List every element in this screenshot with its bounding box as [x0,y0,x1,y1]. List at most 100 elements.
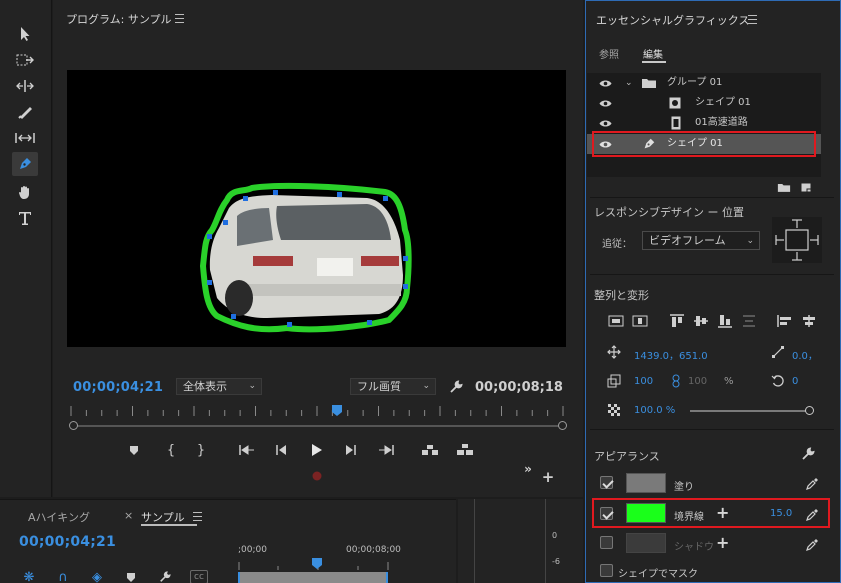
appearance-wrench-icon[interactable] [800,446,816,462]
go-to-out-icon[interactable] [377,442,395,458]
zoom-dropdown[interactable]: 全体表示 ⌄ [176,378,262,395]
program-current-timecode[interactable]: 00;00;04;21 [73,380,163,395]
timeline-panel: Aハイキング × サンプル 00;00;04;21 ;00;00 00;00;0… [0,499,456,583]
new-layer-icon[interactable] [798,180,814,194]
position-move-icon [606,344,622,360]
quality-dropdown[interactable]: フル画質 ⌄ [350,378,436,395]
video-frame[interactable] [67,70,566,347]
snap-icon[interactable]: ❋ [22,570,36,583]
linked-selection-icon[interactable]: ∩ [56,570,70,583]
anchor-value[interactable]: 0.0， [792,347,818,362]
align-left-icon[interactable] [776,313,794,329]
pen-tool-icon[interactable] [12,152,38,176]
visibility-eye-icon[interactable] [599,119,612,128]
scale-height-value: 100 [688,376,708,387]
car-with-shape-mask [199,182,412,333]
timeline-clip[interactable] [238,572,388,583]
align-top-icon[interactable] [668,313,686,329]
zoom-scroll-right-handle[interactable] [558,421,567,430]
responsive-design-title: レスポンシブデザイン ー 位置 [594,206,744,219]
time-ruler[interactable] [67,404,567,418]
pin-to-label: 追従： [602,239,632,250]
tab-aha-hiking[interactable]: Aハイキング [28,509,90,525]
program-menu-icon[interactable] [175,14,184,23]
pin-to-dropdown-value: ビデオフレーム [649,234,726,247]
type-tool-icon[interactable] [12,206,38,230]
hand-tool-icon[interactable] [12,180,38,204]
program-duration-timecode: 00;00;08;18 [475,380,563,395]
rotation-value[interactable]: 0 [792,376,798,387]
layer-group-01[interactable]: ⌄ グループ 01 [587,73,821,93]
record-icon[interactable] [311,470,323,482]
more-controls-icon[interactable]: » [521,462,535,476]
chevron-down-icon: ⌄ [248,381,256,391]
step-back-icon[interactable] [273,442,289,458]
visibility-eye-icon[interactable] [599,79,612,88]
fill-eyedropper-icon[interactable] [804,475,820,491]
pin-edges-widget[interactable] [772,217,822,263]
align-horizontal-center-icon[interactable] [631,313,649,329]
chevron-down-icon[interactable]: ⌄ [625,73,633,93]
scale-value[interactable]: 100 [634,376,653,387]
add-shadow-plus-icon[interactable]: + [716,533,729,552]
timeline-marker-icon[interactable] [124,570,138,583]
pin-to-dropdown[interactable]: ビデオフレーム ⌄ [642,231,760,250]
zoom-scroll-left-handle[interactable] [69,421,78,430]
go-to-in-icon[interactable] [238,442,256,458]
align-vertical-center-icon[interactable] [607,313,625,329]
layer-shape-01-child[interactable]: シェイプ 01 [587,93,821,113]
align-middle-icon[interactable] [692,313,710,329]
mark-out-icon[interactable]: } [193,442,209,458]
razor-tool-icon[interactable] [12,100,38,124]
mark-in-icon[interactable]: { [163,442,179,458]
align-bottom-icon[interactable] [716,313,734,329]
layer-clip-01[interactable]: 01高速道路 [587,113,821,133]
captions-icon[interactable]: cc [190,570,208,583]
fill-label: 塗り [674,482,694,493]
playhead-marker[interactable] [331,404,343,417]
tab-edit[interactable]: 編集 [643,46,663,61]
lift-icon[interactable] [420,442,440,458]
fill-checkbox[interactable] [600,476,613,489]
ripple-edit-tool-icon[interactable] [12,74,38,98]
link-scale-icon[interactable] [670,373,682,389]
selection-tool-icon[interactable] [12,22,38,46]
distribute-vertical-icon[interactable] [740,313,758,329]
new-group-folder-icon[interactable] [776,180,792,194]
position-value[interactable]: 1439.0，651.0 [634,347,708,362]
step-forward-icon[interactable] [343,442,359,458]
timeline-ruler[interactable] [238,556,398,572]
timeline-menu-icon[interactable] [193,512,202,521]
button-editor-plus-icon[interactable]: + [541,468,555,486]
track-select-tool-icon[interactable] [12,48,38,72]
fill-color-swatch[interactable] [626,473,666,493]
timeline-timecode[interactable]: 00;00;04;21 [19,534,116,550]
play-icon[interactable] [308,441,326,459]
align-center-icon[interactable] [800,313,818,329]
program-panel-title[interactable]: プログラム: サンプル [66,11,172,27]
shadow-eyedropper-icon[interactable] [804,536,820,552]
add-marker-icon[interactable] [126,442,142,458]
mask-with-shape-checkbox[interactable] [600,564,613,577]
timeline-wrench-icon[interactable] [158,570,172,583]
opacity-value[interactable]: 100.0 % [634,405,675,416]
shadow-color-swatch[interactable] [626,533,666,553]
chevron-down-icon: ⌄ [746,236,754,246]
close-tab-icon[interactable]: × [124,509,133,522]
visibility-eye-icon[interactable] [599,99,612,108]
add-edit-icon[interactable]: ◈ [90,570,104,583]
divider [590,197,834,198]
shadow-checkbox[interactable] [600,536,613,549]
extract-icon[interactable] [455,442,475,458]
tab-sample[interactable]: サンプル [141,509,185,525]
layer-name: グループ 01 [667,77,723,88]
wrench-settings-icon[interactable] [447,378,465,396]
opacity-slider-track[interactable] [690,410,810,412]
zoom-scrollbar[interactable] [71,425,565,427]
slip-tool-icon[interactable] [12,126,38,150]
audio-meter [474,499,546,583]
eg-panel-title[interactable]: エッセンシャルグラフィックス [596,12,749,28]
tab-browse[interactable]: 参照 [599,46,619,61]
eg-menu-icon[interactable] [748,15,757,24]
opacity-slider-knob[interactable] [805,406,814,415]
